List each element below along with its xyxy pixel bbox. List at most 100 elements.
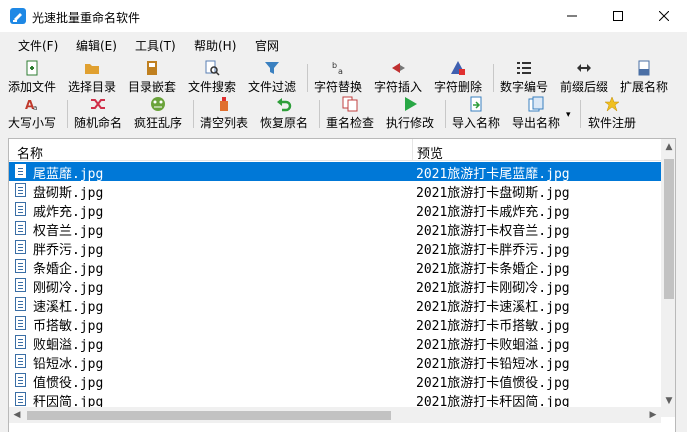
toolbar-button-folder[interactable]: 选择目录 (68, 60, 116, 95)
file-preview-name: 2021旅游打卡败蛔溢.jpg (416, 338, 570, 353)
svg-text:a: a (33, 104, 37, 112)
toolbar-button-label: 大写小写 (8, 116, 57, 130)
toolbar-button-shuffle[interactable]: 随机命名 (74, 96, 122, 131)
toolbar-button-label: 字符删除 (434, 80, 483, 94)
file-row[interactable]: 盘砌斯.jpg 2021旅游打卡盘砌斯.jpg (9, 181, 661, 201)
scroll-left-arrow-icon[interactable]: ◀ (9, 407, 25, 423)
file-preview-name: 2021旅游打卡速溪杠.jpg (416, 300, 570, 315)
file-row[interactable]: 胖乔污.jpg 2021旅游打卡胖乔污.jpg (9, 238, 661, 258)
toolbar-button-dropdown-arrow[interactable]: ▾ (566, 110, 571, 120)
toolbar-button-label: 选择目录 (68, 80, 117, 94)
column-divider[interactable] (412, 139, 413, 161)
toolbar-button-char-insert[interactable]: 字符插入 (374, 60, 422, 95)
file-row[interactable]: 速溪杠.jpg 2021旅游打卡速溪杠.jpg (9, 295, 661, 315)
toolbar-separator (67, 100, 68, 128)
file-name: 条婚企.jpg (33, 262, 104, 277)
minimize-icon (567, 15, 577, 17)
toolbar-button-undo[interactable]: 恢复原名 (260, 96, 308, 131)
horizontal-scrollbar[interactable]: ◀ ▶ (9, 407, 661, 423)
toolbar-button-export[interactable]: 导出名称 (512, 96, 560, 131)
file-row[interactable]: 戚炸充.jpg 2021旅游打卡戚炸充.jpg (9, 200, 661, 220)
image-file-icon (15, 354, 26, 368)
toolbar-button-clear-list[interactable]: 清空列表 (200, 96, 248, 131)
scroll-right-arrow-icon[interactable]: ▶ (645, 407, 661, 423)
horizontal-scroll-thumb[interactable] (27, 411, 391, 420)
image-file-icon (15, 316, 26, 330)
crazy-face-icon (150, 96, 166, 114)
list-header: 名称 预览 (9, 139, 661, 162)
toolbar-button-label: 重名检查 (326, 116, 375, 130)
shuffle-icon (90, 96, 106, 114)
column-header-preview[interactable]: 预览 (417, 143, 443, 162)
menu-bar: 文件(F) 编辑(E) 工具(T) 帮助(H) 官网 (0, 32, 687, 56)
toolbar-button-prefix-suffix[interactable]: 前缀后缀 (560, 60, 608, 95)
toolbar-button-number-list[interactable]: 数字编号 (500, 60, 548, 95)
scroll-up-arrow-icon[interactable]: ▲ (661, 139, 675, 155)
menu-website[interactable]: 官网 (255, 37, 279, 54)
toolbar-button-file-search[interactable]: 文件搜索 (188, 60, 236, 95)
close-icon (659, 11, 669, 21)
file-row[interactable]: 权音兰.jpg 2021旅游打卡权音兰.jpg (9, 219, 661, 239)
menu-tools[interactable]: 工具(T) (135, 37, 176, 54)
file-preview-name: 2021旅游打卡币搭敏.jpg (416, 319, 570, 334)
char-delete-icon (450, 60, 466, 78)
toolbar-button-char-delete[interactable]: 字符删除 (434, 60, 482, 95)
maximize-icon (613, 11, 623, 21)
image-file-icon (15, 373, 26, 387)
scroll-down-arrow-icon[interactable]: ▼ (661, 393, 675, 409)
char-insert-icon (390, 60, 406, 78)
vertical-scrollbar[interactable]: ▲ ▼ (661, 139, 675, 417)
toolbar-button-import[interactable]: 导入名称 (452, 96, 500, 131)
toolbar-button-star[interactable]: 软件注册 (588, 96, 636, 131)
file-row[interactable]: 尾蓝靡.jpg 2021旅游打卡尾蓝靡.jpg (9, 162, 661, 182)
file-name: 币搭敏.jpg (33, 319, 104, 334)
export-icon (528, 96, 544, 114)
toolbar-button-letter-case[interactable]: Aa 大写小写 (8, 96, 56, 131)
column-header-name[interactable]: 名称 (17, 143, 43, 162)
file-row[interactable]: 值惯役.jpg 2021旅游打卡值惯役.jpg (9, 371, 661, 391)
toolbar-button-label: 扩展名称 (620, 80, 669, 94)
toolbar-button-duplicate-check[interactable]: 重名检查 (326, 96, 374, 131)
file-list[interactable]: 名称 预览 尾蓝靡.jpg 2021旅游打卡尾蓝靡.jpg 盘砌斯.jpg 2021旅… (8, 138, 676, 432)
image-file-icon (15, 278, 26, 292)
import-icon (468, 96, 484, 114)
file-row[interactable]: 刚砌冷.jpg 2021旅游打卡刚砌冷.jpg (9, 276, 661, 296)
toolbar-button-label: 导出名称 (512, 116, 561, 130)
file-name: 戚炸充.jpg (33, 205, 104, 220)
file-row[interactable]: 败蛔溢.jpg 2021旅游打卡败蛔溢.jpg (9, 333, 661, 353)
toolbar-button-filter[interactable]: 文件过滤 (248, 60, 296, 95)
menu-edit[interactable]: 编辑(E) (76, 37, 117, 54)
file-preview-name: 2021旅游打卡铅短冰.jpg (416, 357, 570, 372)
letter-case-icon: Aa (24, 96, 40, 114)
toolbar-button-label: 执行修改 (386, 116, 435, 130)
toolbar-button-crazy-face[interactable]: 疯狂乱序 (134, 96, 182, 131)
toolbar-button-nested-folder[interactable]: 目录嵌套 (128, 60, 176, 95)
file-name: 尾蓝靡.jpg (33, 167, 104, 182)
toolbar-button-add-file[interactable]: 添加文件 (8, 60, 56, 95)
extension-icon (636, 60, 652, 78)
minimize-button[interactable] (549, 0, 595, 32)
vertical-scroll-thumb[interactable] (664, 159, 674, 299)
file-row[interactable]: 铅短冰.jpg 2021旅游打卡铅短冰.jpg (9, 352, 661, 372)
menu-help[interactable]: 帮助(H) (194, 37, 236, 54)
file-preview-name: 2021旅游打卡权音兰.jpg (416, 224, 570, 239)
toolbar-button-label: 数字编号 (500, 80, 549, 94)
toolbar-button-label: 软件注册 (588, 116, 637, 130)
menu-file[interactable]: 文件(F) (18, 37, 58, 54)
toolbar-button-label: 文件搜索 (188, 80, 237, 94)
svg-text:a: a (338, 67, 343, 76)
file-row[interactable]: 币搭敏.jpg 2021旅游打卡币搭敏.jpg (9, 314, 661, 334)
image-file-icon (15, 392, 26, 406)
file-row[interactable]: 条婚企.jpg 2021旅游打卡条婚企.jpg (9, 257, 661, 277)
toolbar-button-char-replace[interactable]: b a 字符替换 (314, 60, 362, 95)
file-preview-name: 2021旅游打卡盘砌斯.jpg (416, 186, 570, 201)
toolbar-button-extension[interactable]: 扩展名称 (620, 60, 668, 95)
toolbar-button-label: 字符替换 (314, 80, 363, 94)
clear-list-icon (216, 96, 232, 114)
close-button[interactable] (641, 0, 687, 32)
add-file-icon (24, 60, 40, 78)
file-preview-name: 2021旅游打卡值惯役.jpg (416, 376, 570, 391)
image-file-icon (15, 259, 26, 273)
toolbar-button-play[interactable]: 执行修改 (386, 96, 434, 131)
maximize-button[interactable] (595, 0, 641, 32)
